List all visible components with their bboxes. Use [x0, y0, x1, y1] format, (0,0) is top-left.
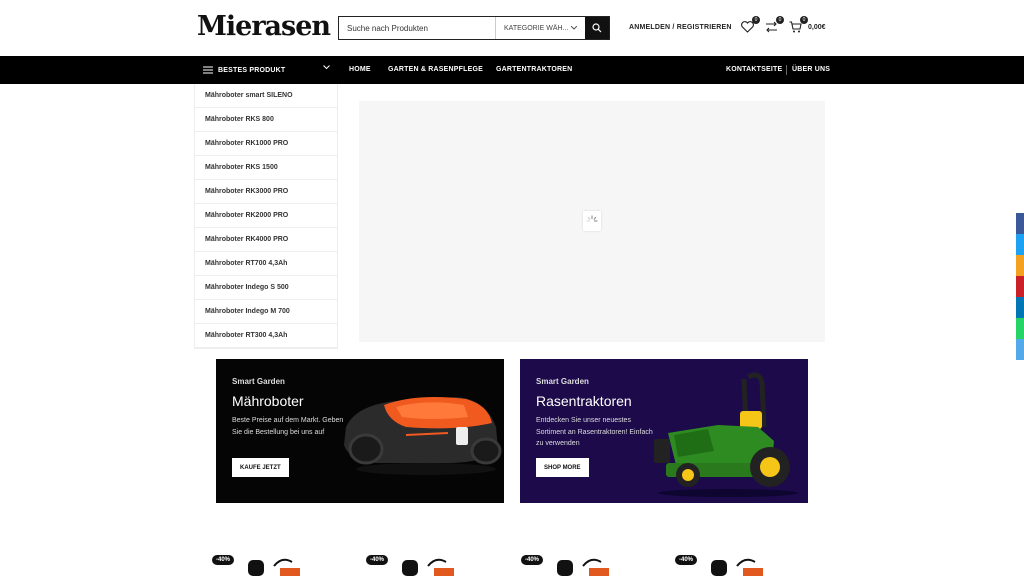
search-bar: KATEGORIE WÄH... [338, 16, 610, 40]
banner-tag: Smart Garden [536, 377, 589, 386]
banner-lawn-tractors[interactable]: Smart Garden Rasentraktoren Entdecken Si… [520, 359, 808, 503]
robotic-mower-image [344, 397, 502, 475]
product-image [402, 558, 454, 576]
category-item[interactable]: Mähroboter Indego M 700 [195, 300, 337, 324]
telegram-share-icon[interactable] [1016, 339, 1024, 360]
category-dropdown: Mähroboter smart SILENO Mähroboter RKS 8… [194, 84, 338, 349]
category-menu-toggle[interactable]: BESTES PRODUKT [194, 56, 338, 84]
product-image [711, 558, 763, 576]
nav-about[interactable]: ÜBER UNS [792, 66, 830, 73]
cart-button[interactable]: 0 [789, 16, 808, 34]
social-share-bar [1016, 213, 1024, 360]
banner-title: Mähroboter [232, 393, 304, 409]
category-item[interactable]: Mähroboter RT300 4,3Ah [195, 324, 337, 348]
discount-badge: -40% [521, 555, 544, 565]
site-logo[interactable]: Mierasen [197, 11, 331, 42]
discount-badge: -40% [675, 555, 698, 565]
cart-total[interactable]: 0,00€ [808, 24, 826, 31]
nav-garden-tractors[interactable]: GARTENTRAKTOREN [496, 66, 572, 73]
cart-count: 0 [800, 16, 808, 24]
hero-slider[interactable] [359, 101, 825, 342]
whatsapp-share-icon[interactable] [1016, 318, 1024, 339]
twitter-share-icon[interactable] [1016, 234, 1024, 255]
product-image [248, 558, 300, 576]
category-item[interactable]: Mähroboter RK3000 PRO [195, 180, 337, 204]
category-item[interactable]: Mähroboter RT700 4,3Ah [195, 252, 337, 276]
category-item[interactable]: Mähroboter Indego S 500 [195, 276, 337, 300]
banner-tag: Smart Garden [232, 377, 285, 386]
search-icon [592, 23, 602, 33]
product-card[interactable]: -40% [212, 550, 322, 576]
product-card[interactable]: -40% [675, 550, 785, 576]
compare-icon [766, 21, 777, 33]
discount-badge: -40% [212, 555, 235, 565]
shop-more-button[interactable]: SHOP MORE [536, 458, 589, 477]
product-image [557, 558, 609, 576]
category-menu-label: BESTES PRODUKT [218, 66, 286, 74]
category-item[interactable]: Mähroboter RK2000 PRO [195, 204, 337, 228]
chevron-down-icon [323, 65, 330, 70]
category-select-label: KATEGORIE WÄH... [504, 24, 569, 32]
heart-icon [741, 21, 754, 33]
compare-count: 0 [776, 16, 784, 24]
banner-description: Entdecken Sie unser neuestes Sortiment a… [536, 417, 653, 447]
banner-robotic-mowers[interactable]: Smart Garden Mähroboter Beste Preise auf… [216, 359, 504, 503]
wishlist-count: 0 [752, 16, 760, 24]
buy-now-button[interactable]: KAUFE JETZT [232, 458, 289, 477]
category-item[interactable]: Mähroboter RK1000 PRO [195, 132, 337, 156]
loading-spinner-icon [583, 211, 601, 231]
category-select[interactable]: KATEGORIE WÄH... [495, 17, 585, 39]
nav-home[interactable]: HOME [349, 66, 371, 73]
nav-contact[interactable]: KONTAKTSEITE [726, 66, 782, 73]
lawn-tractor-image [654, 372, 798, 497]
category-item[interactable]: Mähroboter smart SILENO [195, 84, 337, 108]
chevron-down-icon [571, 26, 577, 30]
banner-title: Rasentraktoren [536, 393, 632, 409]
category-item[interactable]: Mähroboter RKS 1500 [195, 156, 337, 180]
discount-badge: -40% [366, 555, 389, 565]
search-input[interactable] [339, 17, 495, 39]
product-card[interactable]: -40% [366, 550, 476, 576]
search-button[interactable] [585, 17, 609, 39]
product-card[interactable]: -40% [521, 550, 631, 576]
banner-description: Beste Preise auf dem Markt. Geben Sie di… [232, 417, 344, 436]
cart-icon [789, 21, 802, 33]
site-header: Mierasen KATEGORIE WÄH... ANMELDEN / REG… [0, 0, 1024, 56]
hamburger-icon [203, 66, 213, 74]
login-register-link[interactable]: ANMELDEN / REGISTRIEREN [629, 24, 732, 31]
linkedin-share-icon[interactable] [1016, 297, 1024, 318]
wishlist-button[interactable]: 0 [741, 16, 760, 34]
facebook-share-icon[interactable] [1016, 213, 1024, 234]
category-item[interactable]: Mähroboter RK4000 PRO [195, 228, 337, 252]
compare-button[interactable]: 0 [765, 16, 784, 34]
category-item[interactable]: Mähroboter RKS 800 [195, 108, 337, 132]
email-share-icon[interactable] [1016, 255, 1024, 276]
nav-garden-lawn-care[interactable]: GARTEN & RASENPFLEGE [388, 66, 483, 73]
main-navigation: BESTES PRODUKT HOME GARTEN & RASENPFLEGE… [0, 56, 1024, 84]
nav-divider [786, 65, 787, 75]
pinterest-share-icon[interactable] [1016, 276, 1024, 297]
